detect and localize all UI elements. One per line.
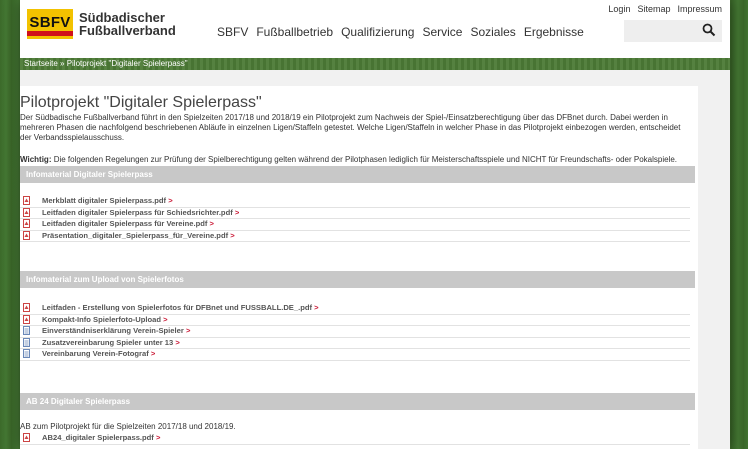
- section-header-infomaterial: Infomaterial Digitaler Spielerpass: [20, 166, 695, 183]
- nav-item-fussballbetrieb[interactable]: Fußballbetrieb: [256, 25, 333, 39]
- notice-body: Die folgenden Regelungen zur Prüfung der…: [51, 155, 678, 164]
- site-header: SBFV Südbadischer Fußballverband SBFV Fu…: [20, 0, 730, 58]
- file-link[interactable]: Kompakt-Info Spielerfoto-Upload >: [20, 314, 690, 326]
- nav-item-qualifizierung[interactable]: Qualifizierung: [341, 25, 414, 39]
- pdf-icon: [23, 219, 30, 228]
- link-arrow: >: [314, 303, 319, 312]
- doc-icon: [23, 326, 30, 335]
- file-label: Präsentation_digitaler_Spielerpass_für_V…: [42, 230, 229, 240]
- file-label: Vereinbarung Verein-Fotograf: [42, 349, 149, 358]
- pdf-icon: [23, 303, 30, 312]
- notice-text: Wichtig: Die folgenden Regelungen zur Pr…: [20, 155, 700, 165]
- file-link[interactable]: Einverständniserklärung Verein-Spieler >: [20, 326, 690, 338]
- section-header-ab24: AB 24 Digitaler Spielerpass: [20, 393, 695, 410]
- pdf-icon: [23, 230, 30, 240]
- file-list-spielerfotos: Leitfaden - Erstellung von Spielerfotos …: [20, 303, 690, 361]
- file-label: AB24_digitaler Spielerpass.pdf: [42, 433, 154, 442]
- breadcrumb[interactable]: Startseite » Pilotprojekt "Digitaler Spi…: [20, 58, 730, 70]
- link-arrow: >: [175, 337, 180, 347]
- file-link[interactable]: Merkblatt digitaler Spielerpass.pdf >: [20, 196, 690, 208]
- file-link[interactable]: Präsentation_digitaler_Spielerpass_für_V…: [20, 230, 690, 242]
- link-arrow: >: [185, 326, 191, 335]
- file-label: Einverständniserklärung Verein-Spieler: [42, 326, 184, 335]
- page-title: Pilotprojekt "Digitaler Spielerpass": [20, 94, 262, 111]
- file-list-infomaterial: Merkblatt digitaler Spielerpass.pdf > Le…: [20, 196, 690, 242]
- pdf-icon: [23, 433, 30, 442]
- file-link[interactable]: Leitfaden digitaler Spielerpass für Schi…: [20, 207, 690, 219]
- file-link[interactable]: AB24_digitaler Spielerpass.pdf >: [20, 433, 690, 445]
- nav-item-service[interactable]: Service: [422, 25, 462, 39]
- section-header-spielerfotos: Infomaterial zum Upload von Spielerfotos: [20, 271, 695, 288]
- nav-item-soziales[interactable]: Soziales: [470, 25, 515, 39]
- link-arrow: >: [230, 230, 235, 240]
- login-link[interactable]: Login: [608, 4, 630, 14]
- logo-line2: Fußballverband: [79, 23, 176, 38]
- meta-navigation: Login Sitemap Impressum: [608, 4, 722, 14]
- pdf-icon: [23, 196, 30, 205]
- link-arrow: >: [155, 433, 161, 442]
- logo-text: Südbadischer Fußballverband: [79, 11, 176, 37]
- logo-stripe: [27, 31, 73, 36]
- main-navigation: SBFV Fußballbetrieb Qualifizierung Servi…: [217, 25, 584, 39]
- file-label: Leitfaden digitaler Spielerpass für Schi…: [42, 207, 233, 217]
- link-arrow: >: [150, 349, 156, 358]
- pdf-icon: [23, 207, 30, 217]
- notice-label: Wichtig:: [20, 155, 52, 164]
- intro-text: Der Südbadische Fußballverband führt in …: [20, 113, 681, 142]
- file-link[interactable]: Leitfaden digitaler Spielerpass für Vere…: [20, 219, 690, 231]
- file-link[interactable]: Zusatzvereinbarung Spieler unter 13 >: [20, 337, 690, 349]
- search-icon[interactable]: [702, 23, 716, 42]
- doc-icon: [23, 349, 30, 358]
- nav-item-sbfv[interactable]: SBFV: [217, 25, 248, 39]
- file-link[interactable]: Vereinbarung Verein-Fotograf >: [20, 349, 690, 361]
- link-arrow: >: [168, 196, 173, 205]
- file-link[interactable]: Leitfaden - Erstellung von Spielerfotos …: [20, 303, 690, 315]
- file-label: Merkblatt digitaler Spielerpass.pdf: [42, 196, 167, 205]
- sitemap-link[interactable]: Sitemap: [637, 4, 670, 14]
- file-label: Leitfaden - Erstellung von Spielerfotos …: [42, 303, 313, 312]
- link-arrow: >: [234, 207, 240, 217]
- search-field[interactable]: [624, 20, 722, 42]
- nav-item-ergebnisse[interactable]: Ergebnisse: [524, 25, 584, 39]
- link-arrow: >: [209, 219, 214, 228]
- pdf-icon: [23, 314, 30, 324]
- file-label: Leitfaden digitaler Spielerpass für Vere…: [42, 219, 208, 228]
- logo-abbr: SBFV: [29, 14, 71, 31]
- file-label: Zusatzvereinbarung Spieler unter 13: [42, 337, 174, 347]
- logo-badge: SBFV: [27, 9, 73, 39]
- ab24-note: AB zum Pilotprojekt für die Spielzeiten …: [20, 422, 236, 431]
- sbfv-logo[interactable]: SBFV Südbadischer Fußballverband: [27, 9, 176, 39]
- file-list-ab24: AB24_digitaler Spielerpass.pdf >: [20, 433, 690, 445]
- link-arrow: >: [163, 314, 168, 324]
- impressum-link[interactable]: Impressum: [677, 4, 722, 14]
- doc-icon: [23, 337, 30, 347]
- file-label: Kompakt-Info Spielerfoto-Upload: [42, 314, 161, 324]
